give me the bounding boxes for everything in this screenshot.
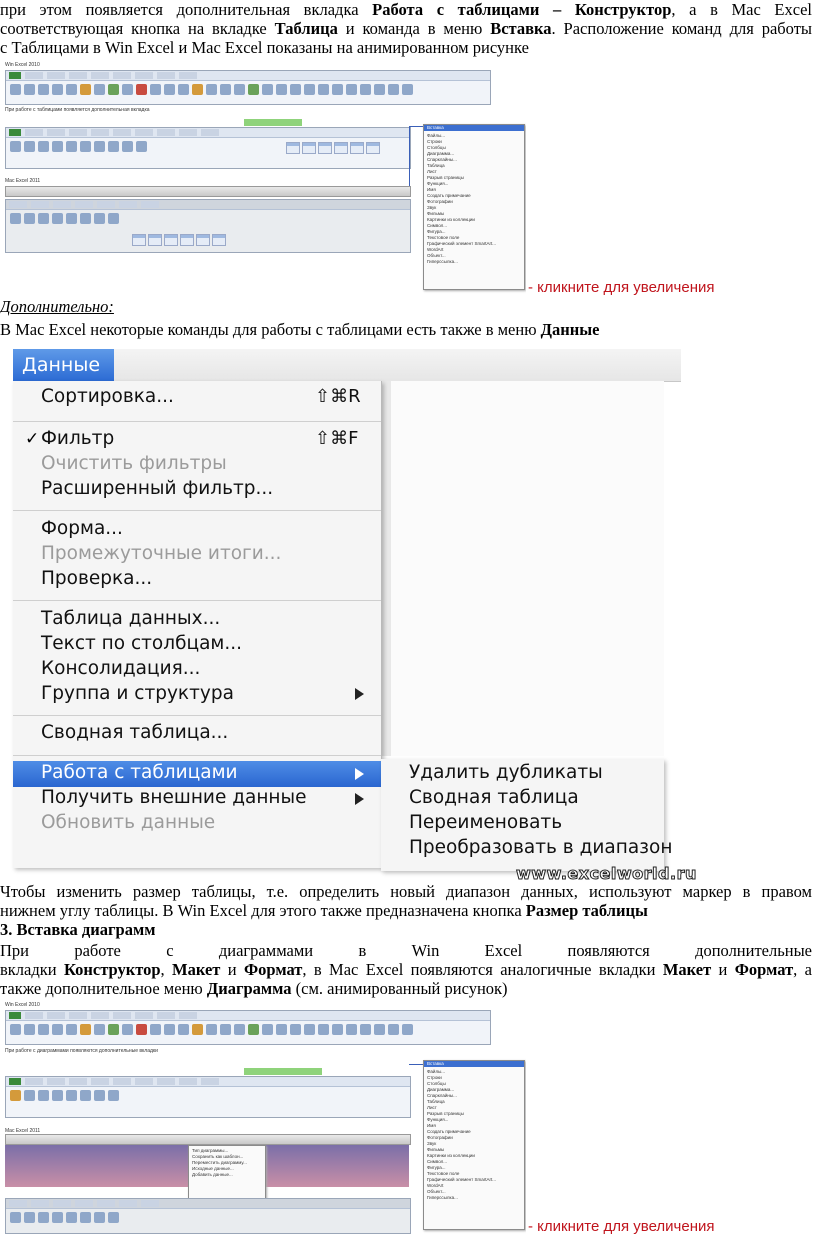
menu-item-group-outline[interactable]: Группа и структура: [41, 683, 234, 704]
menu-item-text-to-columns[interactable]: Текст по столбцам...: [41, 633, 242, 654]
intro-line-1: при этом появляется дополнительная вклад…: [0, 0, 812, 19]
table-styles-gallery: [286, 142, 380, 154]
win-ribbon-insert-2: [5, 1010, 491, 1045]
menu-item-filter[interactable]: Фильтр: [41, 428, 114, 449]
mac-table-styles: [132, 234, 226, 246]
menu-item-data-table[interactable]: Таблица данных...: [41, 608, 220, 629]
submenu-arrow-icon: [355, 688, 364, 700]
menu-item-refresh-data: Обновить данные: [41, 812, 216, 833]
menu-item-get-external-data[interactable]: Получить внешние данные: [41, 787, 307, 808]
menu-title-data[interactable]: Данные: [13, 349, 114, 381]
mini-chart-menu-item: Добавить данные...: [192, 1172, 233, 1177]
charts-line-3: также дополнительное меню Диаграмма (см.…: [0, 979, 508, 998]
submenu-convert-to-range[interactable]: Преобразовать в диапазон: [409, 837, 672, 858]
mac-data-menu-intro: В Mac Excel некоторые команды для работы…: [0, 320, 600, 339]
intro-line-3: с Таблицами в Win Excel и Mac Excel пока…: [0, 38, 529, 57]
mac-chart-menu: Тип диаграммы... Сохранить как шаблон... П…: [188, 1145, 266, 1201]
submenu-pivot-table[interactable]: Сводная таблица: [409, 787, 579, 808]
menu-item-sort[interactable]: Сортировка...: [41, 386, 174, 407]
table-tools-animation-thumbnail[interactable]: Win Excel 2010 При работе с таблицами по…: [2, 62, 526, 294]
mac-excel-label: Mac Excel 2011: [5, 178, 41, 184]
menu-item-form[interactable]: Форма...: [41, 518, 123, 539]
separator: [13, 421, 381, 422]
mini-menu-item: Гиперссылка...: [427, 259, 458, 264]
click-to-enlarge-link-2[interactable]: - кликните для увеличения: [528, 1218, 714, 1235]
mac-menubar: [5, 186, 411, 197]
win-excel-label-2: Win Excel 2010: [5, 1002, 40, 1008]
resize-line-2: нижнем углу таблицы. В Win Excel для это…: [0, 901, 648, 920]
watermark: www.excelworld.ru: [516, 864, 697, 884]
resize-line-1: Чтобы изменить размер таблицы, т.е. опре…: [0, 882, 812, 901]
menu-item-advanced-filter[interactable]: Расширенный фильтр...: [41, 478, 273, 499]
additional-heading: Дополнительно:: [0, 297, 114, 316]
menu-item-consolidate[interactable]: Консолидация...: [41, 658, 200, 679]
submenu-arrow-icon: [355, 768, 364, 780]
data-menu-panel: Сортировка... ⇧⌘R ✓ Фильтр ⇧⌘F Очистить …: [13, 381, 382, 868]
menu-item-pivot-table[interactable]: Сводная таблица...: [41, 722, 228, 743]
separator: [13, 600, 381, 601]
sort-shortcut: ⇧⌘R: [315, 386, 361, 407]
menu-item-table-tools-highlighted[interactable]: Работа с таблицами: [13, 761, 381, 787]
submenu-rename[interactable]: Переименовать: [409, 812, 562, 833]
submenu-arrow-icon: [355, 793, 364, 805]
menu-item-table-tools[interactable]: Работа с таблицами: [41, 762, 238, 783]
table-tools-tab-highlight: [244, 119, 302, 126]
win-ribbon-chart-design: [5, 1076, 411, 1118]
checkmark-icon: ✓: [25, 429, 40, 449]
separator: [13, 510, 381, 511]
mac-insert-menu: Вставка Файлы... Строки Столбцы Диаграмма..…: [423, 124, 525, 290]
chart-tools-tab-highlight: [244, 1068, 322, 1075]
menu-item-validation[interactable]: Проверка...: [41, 568, 152, 589]
charts-line-2: вкладки Конструктор, Макет и Формат, в M…: [0, 960, 812, 979]
click-to-enlarge-link-1[interactable]: - кликните для увеличения: [528, 279, 714, 296]
thumb1-caption: При работе с таблицами появляется дополн…: [5, 107, 150, 113]
mac-insert-menu-2: Вставка Файлы... Строки Столбцы Диаграмма..…: [423, 1060, 525, 1230]
intro-line-2: соответствующая кнопка на вкладке Таблиц…: [0, 19, 812, 38]
mac-menubar-2: [5, 1134, 411, 1145]
charts-line-1: При работе с диаграммами в Win Excel поя…: [0, 941, 812, 960]
mac-ribbon-charts: [5, 1198, 411, 1234]
menu-item-subtotals: Промежуточные итоги...: [41, 543, 282, 564]
connector-line-vertical: [409, 126, 410, 186]
separator: [13, 755, 381, 756]
submenu-remove-duplicates[interactable]: Удалить дубликаты: [409, 762, 603, 783]
table-tools-submenu: Удалить дубликаты Сводная таблица Переим…: [381, 759, 672, 871]
thumb2-caption: При работе с диаграммами появляются допо…: [5, 1048, 158, 1054]
menu-item-clear-filters: Очистить фильтры: [41, 453, 227, 474]
section-heading-charts: 3. Вставка диаграмм: [0, 920, 156, 939]
separator: [13, 715, 381, 716]
mini-menu-item: Гиперссылка...: [427, 1195, 458, 1200]
chart-tools-animation-thumbnail[interactable]: Win Excel 2010 При работе с диаграммами …: [2, 1002, 526, 1236]
win-ribbon-insert: [5, 70, 491, 105]
menubar-strip: [105, 349, 681, 382]
background-sheet: [381, 381, 664, 756]
win-excel-label: Win Excel 2010: [5, 62, 40, 68]
data-menu-screenshot: Данные Сортировка... ⇧⌘R ✓ Фильтр ⇧⌘F Оч…: [13, 349, 681, 871]
filter-shortcut: ⇧⌘F: [315, 428, 359, 449]
